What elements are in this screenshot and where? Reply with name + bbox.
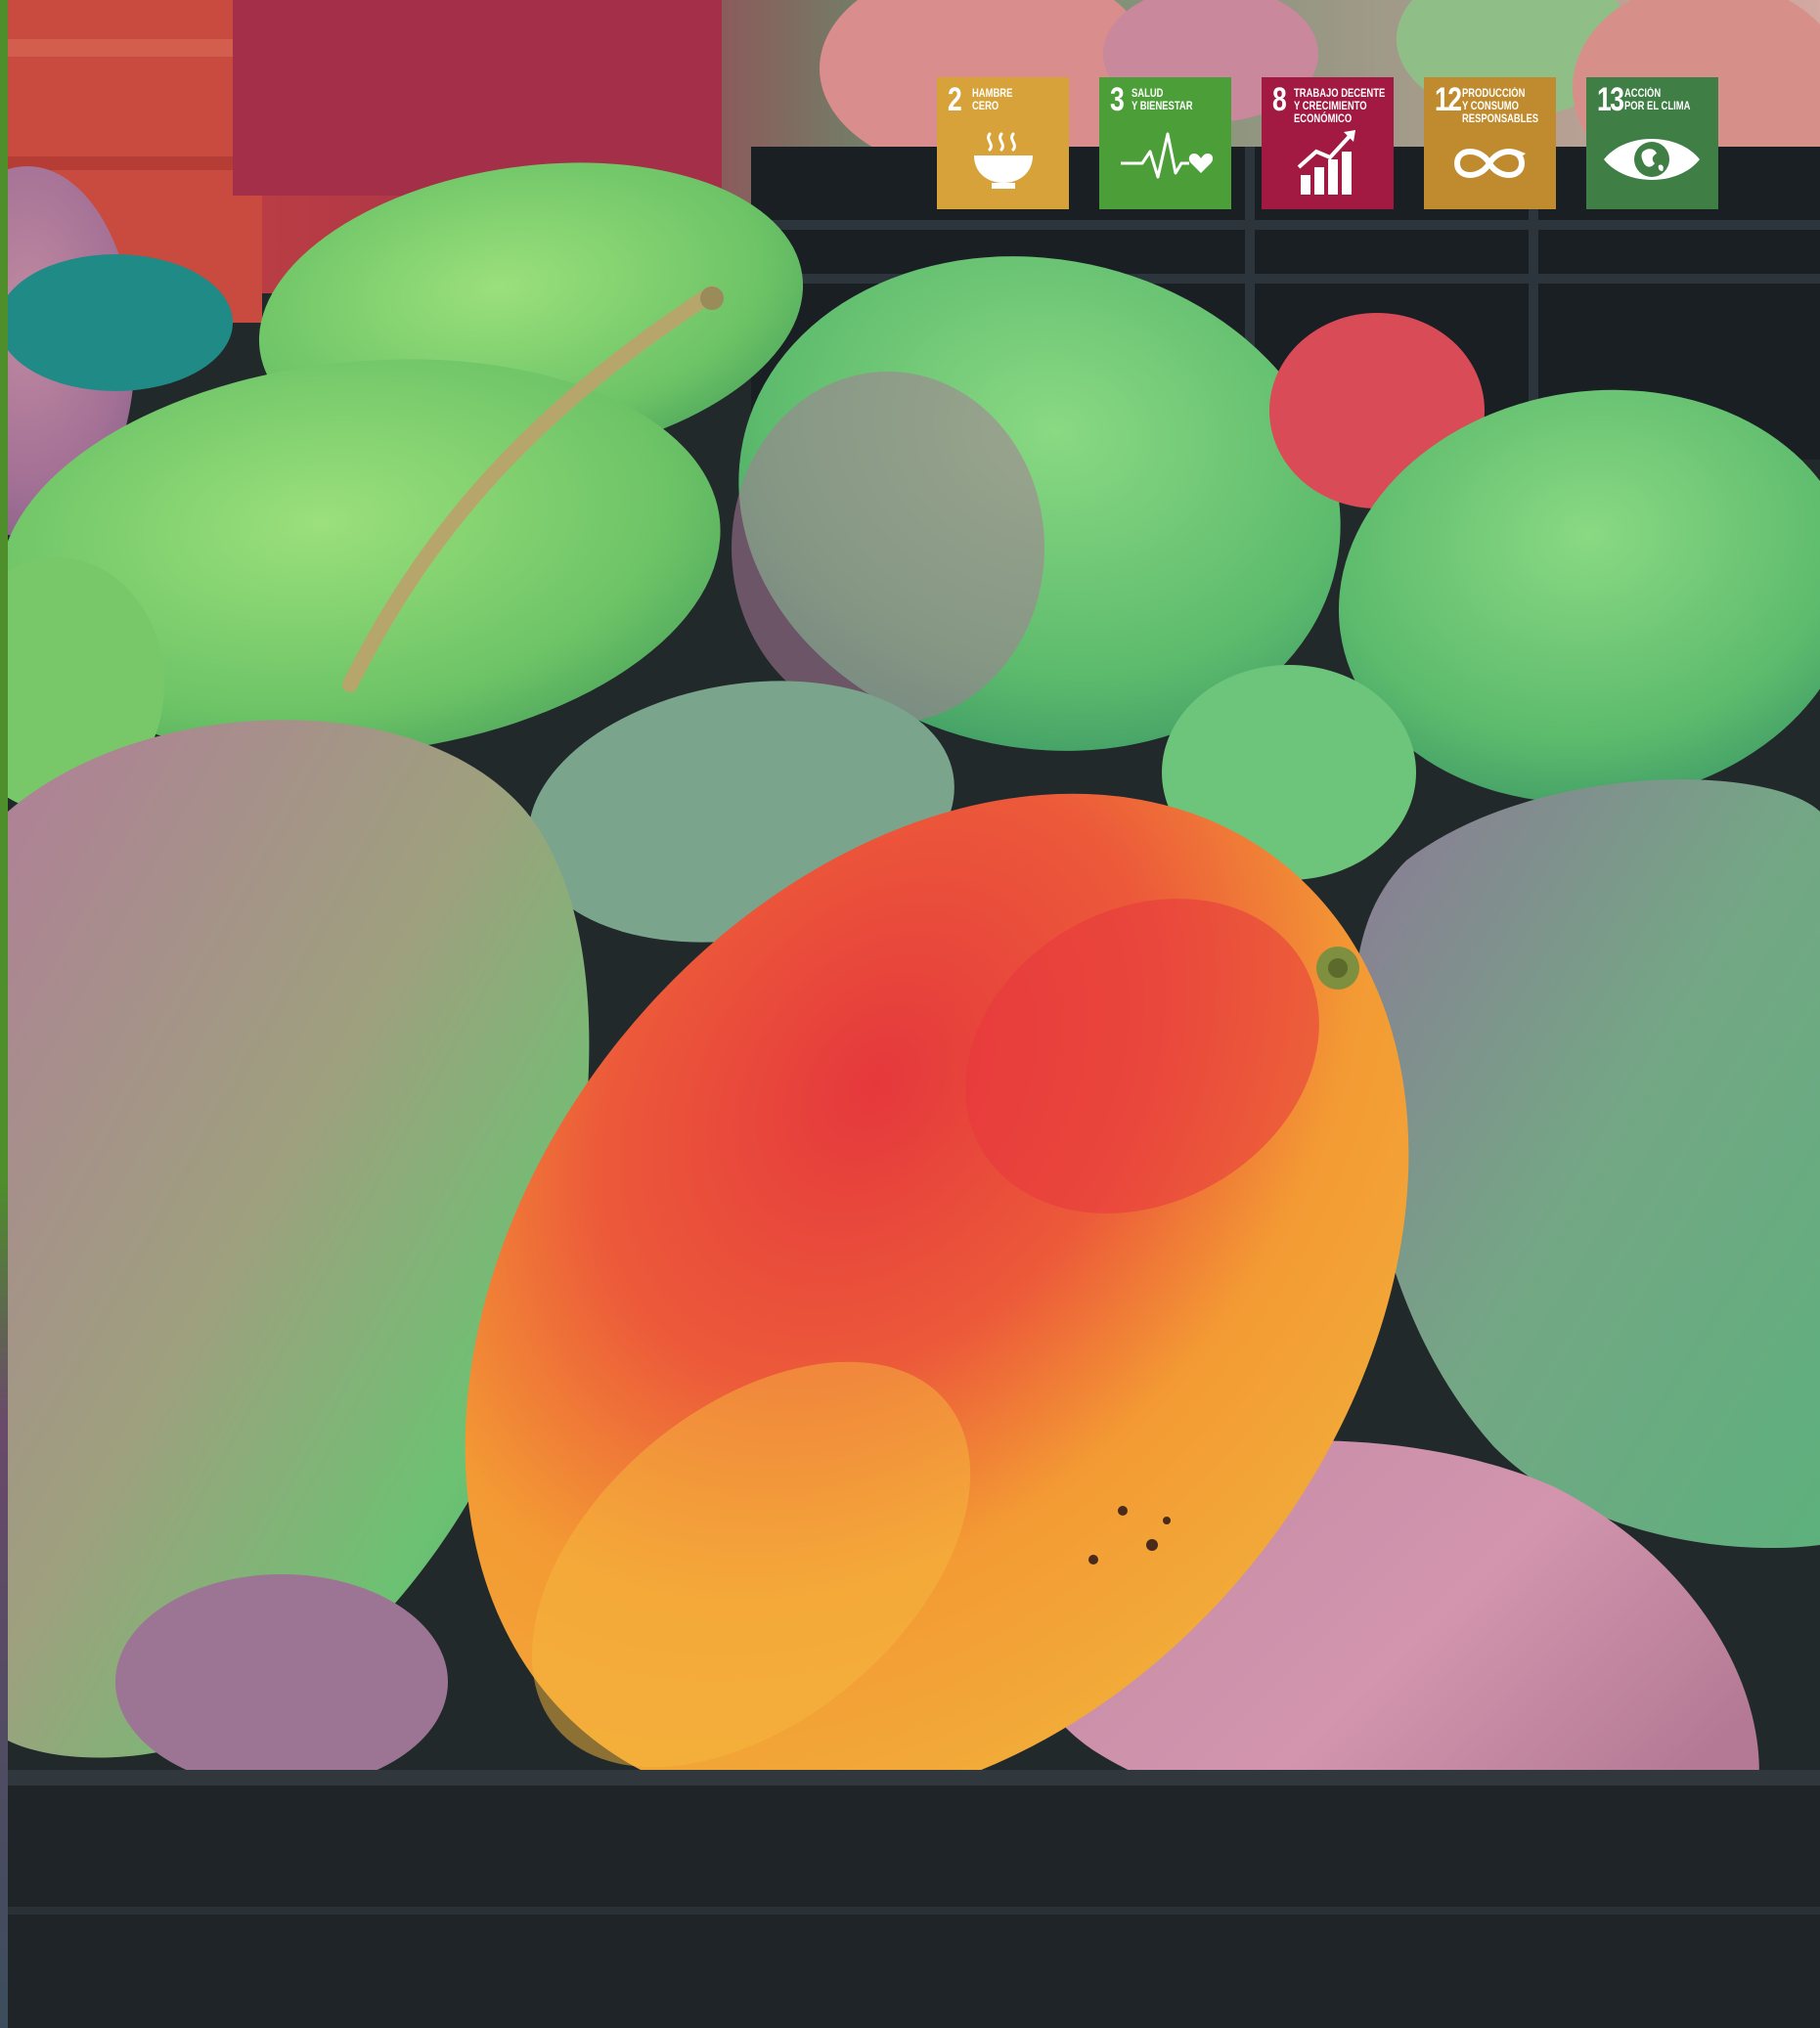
sdg-number: 2 xyxy=(948,81,962,118)
sdg-number: 12 xyxy=(1435,81,1462,118)
sdg-label: TRABAJO DECENTE Y CRECIMIENTO ECONÓMICO xyxy=(1294,88,1386,125)
eye-globe-icon xyxy=(1604,139,1700,180)
sdg-number: 8 xyxy=(1272,81,1287,118)
sdg-badge-13: 13 ACCIÓN POR EL CLIMA xyxy=(1586,77,1718,209)
sdg-label: ACCIÓN POR EL CLIMA xyxy=(1624,88,1691,112)
sdg-label: HAMBRE CERO xyxy=(972,88,1013,112)
sdg-badge-row: 2 HAMBRE CERO 3 SALUD Y BIENESTAR 8 TRAB… xyxy=(937,77,1718,209)
sdg-badge-2: 2 HAMBRE CERO xyxy=(937,77,1069,209)
sdg-badge-8: 8 TRABAJO DECENTE Y CRECIMIENTO ECONÓMIC… xyxy=(1262,77,1394,209)
sdg-number: 13 xyxy=(1597,81,1624,118)
sdg-badge-12: 12 PRODUCCIÓN Y CONSUMO RESPONSABLES xyxy=(1424,77,1556,209)
sdg-label: SALUD Y BIENESTAR xyxy=(1132,88,1193,112)
sdg-number: 3 xyxy=(1110,81,1125,118)
left-edge-strip xyxy=(0,0,8,2028)
growth-chart-icon xyxy=(1297,130,1355,195)
heartbeat-icon xyxy=(1121,132,1214,179)
bowl-icon xyxy=(974,132,1033,189)
infinity-icon xyxy=(1453,149,1526,178)
sdg-label: PRODUCCIÓN Y CONSUMO RESPONSABLES xyxy=(1462,88,1539,125)
page: 2 HAMBRE CERO 3 SALUD Y BIENESTAR 8 TRAB… xyxy=(0,0,1820,2028)
sdg-badge-3: 3 SALUD Y BIENESTAR xyxy=(1099,77,1231,209)
mango-photo xyxy=(8,0,1820,2028)
